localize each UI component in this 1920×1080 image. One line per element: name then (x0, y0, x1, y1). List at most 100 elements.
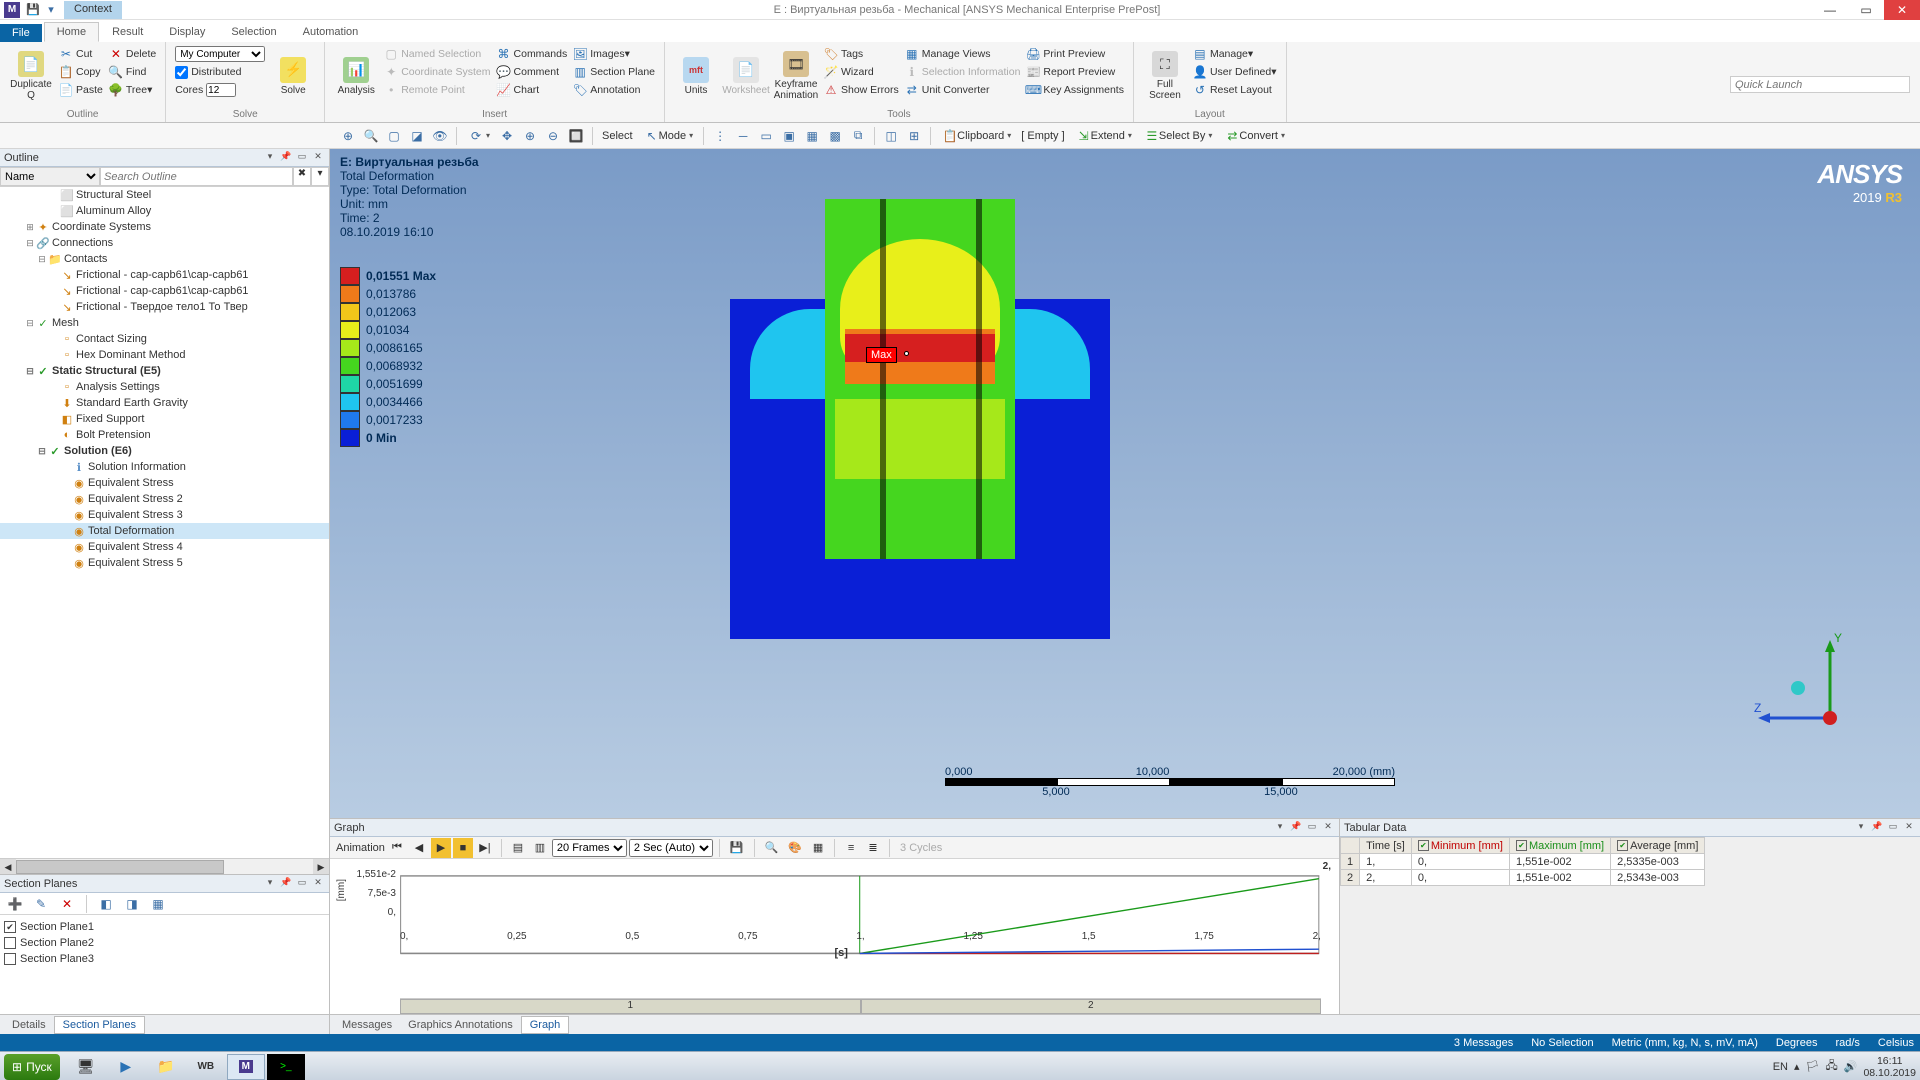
delete-button[interactable]: ✕Delete (106, 45, 159, 63)
manage-views-button[interactable]: ▦Manage Views (902, 45, 1024, 63)
td-drop[interactable]: ▾ (1854, 821, 1868, 835)
pick-elem-icon[interactable]: ▩ (824, 126, 846, 146)
pick-node-icon[interactable]: ▦ (801, 126, 823, 146)
mode-dropdown[interactable]: ↖Mode (638, 126, 699, 146)
section-plane-list[interactable]: ✔Section Plane1Section Plane2Section Pla… (0, 915, 329, 1014)
outline-item[interactable]: ⊟🔗Connections (0, 235, 329, 251)
sp-dropdown-icon[interactable]: ▾ (263, 877, 277, 891)
sp-add-icon[interactable]: ➕ (4, 894, 26, 914)
outline-item[interactable]: ◉Total Deformation (0, 523, 329, 539)
section-plane-item[interactable]: Section Plane2 (4, 935, 325, 951)
taskbar-powershell-icon[interactable]: ▶ (107, 1054, 145, 1080)
pick-edge-icon[interactable]: ─ (732, 126, 754, 146)
pick-face-icon[interactable]: ▭ (755, 126, 777, 146)
images-button[interactable]: 🖼Images▾ (570, 45, 658, 63)
section-plane-item[interactable]: ✔Section Plane1 (4, 919, 325, 935)
section-plane-item[interactable]: Section Plane3 (4, 951, 325, 967)
tab-messages[interactable]: Messages (334, 1017, 400, 1033)
anim-play-icon[interactable]: ▶ (431, 838, 451, 858)
outline-item[interactable]: ↘Frictional - cap-capb61\cap-capb61 (0, 267, 329, 283)
gp-close[interactable]: ✕ (1321, 821, 1335, 835)
gp-win[interactable]: ▭ (1305, 821, 1319, 835)
outline-filter-select[interactable]: Name (0, 167, 100, 186)
pan-icon[interactable]: ✥ (496, 126, 518, 146)
tab-details[interactable]: Details (4, 1017, 54, 1033)
outline-search-input[interactable] (100, 167, 293, 186)
tabular-grid[interactable]: Time [s] Minimum [mm] Maximum [mm] Avera… (1340, 837, 1920, 1014)
outline-item[interactable]: ▫Contact Sizing (0, 331, 329, 347)
taskbar-cmd-icon[interactable]: >_ (267, 1054, 305, 1080)
anim-export-icon[interactable]: 💾 (726, 838, 748, 858)
tab-home[interactable]: Home (44, 22, 99, 42)
iso-icon[interactable]: ◪ (406, 126, 428, 146)
tab-result[interactable]: Result (99, 22, 156, 42)
col-max[interactable]: Maximum [mm] (1509, 838, 1610, 854)
sp-window-icon[interactable]: ▭ (295, 877, 309, 891)
outline-item[interactable]: ⊞✦Coordinate Systems (0, 219, 329, 235)
tab-automation[interactable]: Automation (290, 22, 372, 42)
reset-layout-button[interactable]: ↺Reset Layout (1190, 81, 1280, 99)
taskbar-folder-icon[interactable]: 📁 (147, 1054, 185, 1080)
slider-seg-1[interactable]: 1 (400, 999, 861, 1014)
orientation-triad[interactable]: Y Z (1750, 628, 1860, 738)
zoom-out-icon[interactable]: ⊖ (542, 126, 564, 146)
outline-item[interactable]: ▫Hex Dominant Method (0, 347, 329, 363)
tray-up-icon[interactable]: ▴ (1794, 1060, 1800, 1073)
outline-tree[interactable]: ⬜Structural Steel⬜Aluminum Alloy⊞✦Coordi… (0, 187, 329, 858)
convert-dropdown[interactable]: ⇄Convert (1218, 126, 1290, 146)
rotate-dropdown[interactable]: ⟳ (462, 126, 495, 146)
tray-flag-icon[interactable]: 🏳 (1806, 1060, 1820, 1073)
sp-close-icon[interactable]: ✕ (311, 877, 325, 891)
select-by-dropdown[interactable]: ☰Select By (1138, 126, 1217, 146)
context-tab[interactable]: Context (64, 1, 122, 19)
outline-item[interactable]: ⊟📁Contacts (0, 251, 329, 267)
manage-layout-button[interactable]: ▤Manage▾ (1190, 45, 1280, 63)
outline-item[interactable]: ⊟✓Mesh (0, 315, 329, 331)
chart-button[interactable]: 📈Chart (494, 81, 571, 99)
taskbar-wb-icon[interactable]: WB (187, 1054, 225, 1080)
sp-view3-icon[interactable]: ▦ (147, 894, 169, 914)
box-icon[interactable]: ▢ (383, 126, 405, 146)
table-row[interactable]: 22,0,1,551e-0022,5343e-003 (1341, 870, 1705, 886)
td-close[interactable]: ✕ (1902, 821, 1916, 835)
duplicate-button[interactable]: 📄Duplicate Q (6, 45, 56, 107)
tray-sound-icon[interactable]: 🔊 (1844, 1060, 1858, 1073)
col-avg[interactable]: Average [mm] (1611, 838, 1705, 854)
outline-item[interactable]: ⊟✓Solution (E6) (0, 443, 329, 459)
clipboard-dropdown[interactable]: 📋Clipboard (936, 126, 1016, 146)
sp-edit-icon[interactable]: ✎ (30, 894, 52, 914)
zoom-icon[interactable]: 🔍 (360, 126, 382, 146)
qa-save-icon[interactable]: 💾 (26, 3, 40, 17)
graph-canvas[interactable]: 2, 1,551e-2 7,5e-3 0, [mm] (330, 859, 1339, 1014)
find-button[interactable]: 🔍Find (106, 63, 159, 81)
minimize-button[interactable]: — (1812, 0, 1848, 20)
status-messages[interactable]: 3 Messages (1454, 1037, 1513, 1049)
table-row[interactable]: 11,0,1,551e-0022,5335e-003 (1341, 854, 1705, 870)
col-min[interactable]: Minimum [mm] (1411, 838, 1509, 854)
outline-item[interactable]: ↘Frictional - cap-capb61\cap-capb61 (0, 283, 329, 299)
td-win[interactable]: ▭ (1886, 821, 1900, 835)
zoom-fit-icon[interactable]: ⊕ (337, 126, 359, 146)
taskbar-explorer-icon[interactable]: 🖥 (67, 1054, 105, 1080)
outline-item[interactable]: ◉Equivalent Stress 3 (0, 507, 329, 523)
duration-select[interactable]: 2 Sec (Auto) (629, 839, 713, 857)
outline-item[interactable]: ◉Equivalent Stress (0, 475, 329, 491)
keyframe-button[interactable]: 🎞Keyframe Animation (771, 45, 821, 107)
annotation-button[interactable]: 🏷Annotation (570, 81, 658, 99)
gp-pin[interactable]: 📌 (1289, 821, 1303, 835)
show-errors-button[interactable]: ⚠Show Errors (821, 81, 902, 99)
graph-y1-icon[interactable]: ≡ (841, 838, 861, 858)
outline-item[interactable]: ⬇Standard Earth Gravity (0, 395, 329, 411)
sp-view1-icon[interactable]: ◧ (95, 894, 117, 914)
outline-item[interactable]: ⬜Structural Steel (0, 187, 329, 203)
outline-item[interactable]: ▫Analysis Settings (0, 379, 329, 395)
tray-net-icon[interactable]: 🖧 (1825, 1057, 1837, 1076)
file-tab[interactable]: File (0, 24, 42, 42)
gp-drop[interactable]: ▾ (1273, 821, 1287, 835)
cores-field[interactable]: Cores (172, 81, 268, 99)
tray-lang[interactable]: EN (1773, 1061, 1788, 1073)
graph-y2-icon[interactable]: ≣ (863, 838, 883, 858)
print-preview-button[interactable]: 🖨Print Preview (1023, 45, 1127, 63)
tab-annotations[interactable]: Graphics Annotations (400, 1017, 521, 1033)
graphics-viewport[interactable]: E: Виртуальная резьба Total Deformation … (330, 149, 1920, 818)
